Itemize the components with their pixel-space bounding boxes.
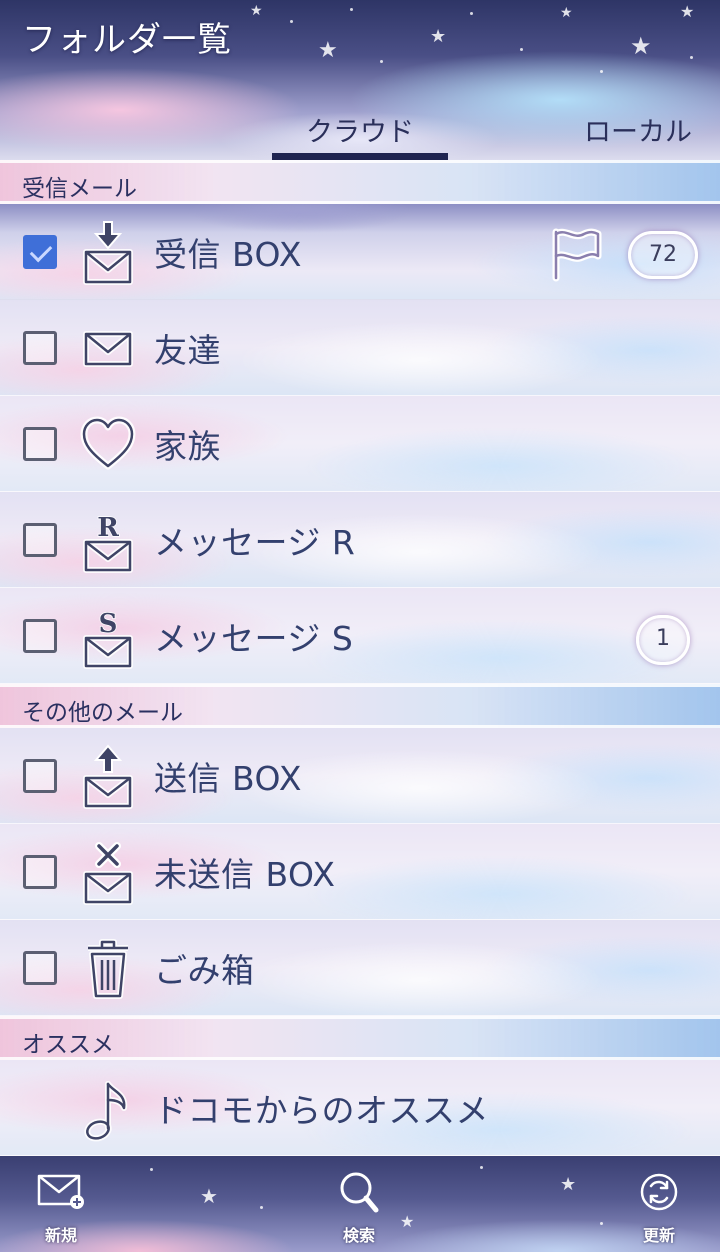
- search-icon: [340, 1172, 379, 1213]
- outbox-upload-icon: [80, 742, 136, 812]
- folder-row-friends[interactable]: 友達: [0, 300, 720, 396]
- folder-checkbox[interactable]: [23, 523, 57, 557]
- section-header-inbox: 受信メール: [0, 160, 720, 204]
- star-decoration-icon: ★: [680, 2, 695, 21]
- new-mail-label: 新規: [44, 1226, 77, 1245]
- envelope-s-icon: S: [80, 602, 136, 672]
- folder-row-outbox[interactable]: 送信 BOX: [0, 728, 720, 824]
- folder-checkbox[interactable]: [23, 235, 57, 269]
- tab-local[interactable]: ローカル: [568, 110, 708, 160]
- folder-checkbox[interactable]: [23, 331, 57, 365]
- folder-name: メッセージ R: [154, 523, 356, 562]
- star-decoration-icon: ★: [560, 5, 573, 21]
- svg-text:R: R: [97, 513, 119, 543]
- folder-name: 受信 BOX: [154, 235, 303, 274]
- star-decoration-icon: ★: [630, 32, 652, 60]
- new-mail-button[interactable]: 新規: [16, 1170, 106, 1250]
- folder-name: ごみ箱: [154, 951, 255, 990]
- folder-checkbox[interactable]: [23, 427, 57, 461]
- svg-text:S: S: [99, 609, 118, 639]
- envelope-icon: [80, 314, 136, 384]
- folder-name: ドコモからのオススメ: [154, 1091, 489, 1130]
- star-decoration-icon: ★: [318, 38, 338, 63]
- compose-icon: [37, 1174, 84, 1209]
- section-label: オススメ: [22, 1032, 114, 1058]
- folder-checkbox[interactable]: [23, 619, 57, 653]
- folder-checkbox[interactable]: [23, 951, 57, 985]
- star-decoration-icon: ★: [250, 3, 263, 19]
- folder-row-message-r[interactable]: R メッセージ R: [0, 492, 720, 588]
- folder-name: 送信 BOX: [154, 759, 303, 798]
- folder-checkbox[interactable]: [23, 759, 57, 793]
- tab-selected-indicator: [272, 153, 448, 160]
- page-title: フォルダ一覧: [22, 20, 232, 60]
- star-decoration-icon: ★: [200, 1184, 218, 1208]
- app-header: ★ ★ ★ ★ ★ ★ フォルダ一覧 クラウド ローカル: [0, 0, 720, 160]
- folder-name: 未送信 BOX: [154, 855, 336, 894]
- star-decoration-icon: ★: [560, 1174, 577, 1195]
- section-label: 受信メール: [22, 176, 137, 202]
- folder-row-inbox[interactable]: 受信 BOX 72: [0, 204, 720, 300]
- folder-name: メッセージ S: [154, 619, 354, 658]
- section-label: その他のメール: [22, 700, 183, 726]
- unsent-x-icon: [80, 838, 136, 908]
- unread-count-badge: 72: [628, 231, 698, 279]
- search-label: 検索: [342, 1226, 375, 1245]
- bottom-toolbar: ★ ★ ★ 新規 検索 更新: [0, 1156, 720, 1252]
- folder-row-unsent[interactable]: 未送信 BOX: [0, 824, 720, 920]
- folder-row-trash[interactable]: ごみ箱: [0, 920, 720, 1016]
- star-decoration-icon: ★: [430, 26, 447, 47]
- folder-name: 友達: [154, 331, 221, 370]
- trash-icon: [80, 934, 136, 1004]
- section-header-recommend: オススメ: [0, 1016, 720, 1060]
- music-note-icon: [80, 1074, 136, 1144]
- refresh-button[interactable]: 更新: [614, 1170, 704, 1250]
- folder-row-message-s[interactable]: S メッセージ S 1: [0, 588, 720, 684]
- folder-row-family[interactable]: 家族: [0, 396, 720, 492]
- flag-icon[interactable]: [548, 226, 604, 282]
- unread-count-badge: 1: [636, 615, 690, 665]
- inbox-download-icon: [80, 218, 136, 288]
- folder-row-docomo-recommend[interactable]: ドコモからのオススメ: [0, 1060, 720, 1156]
- search-button[interactable]: 検索: [314, 1170, 404, 1250]
- heart-icon: [80, 410, 136, 480]
- refresh-label: 更新: [642, 1226, 675, 1245]
- refresh-icon: [640, 1173, 678, 1211]
- folder-checkbox[interactable]: [23, 855, 57, 889]
- folder-name: 家族: [154, 427, 221, 466]
- envelope-r-icon: R: [80, 506, 136, 576]
- section-header-other: その他のメール: [0, 684, 720, 728]
